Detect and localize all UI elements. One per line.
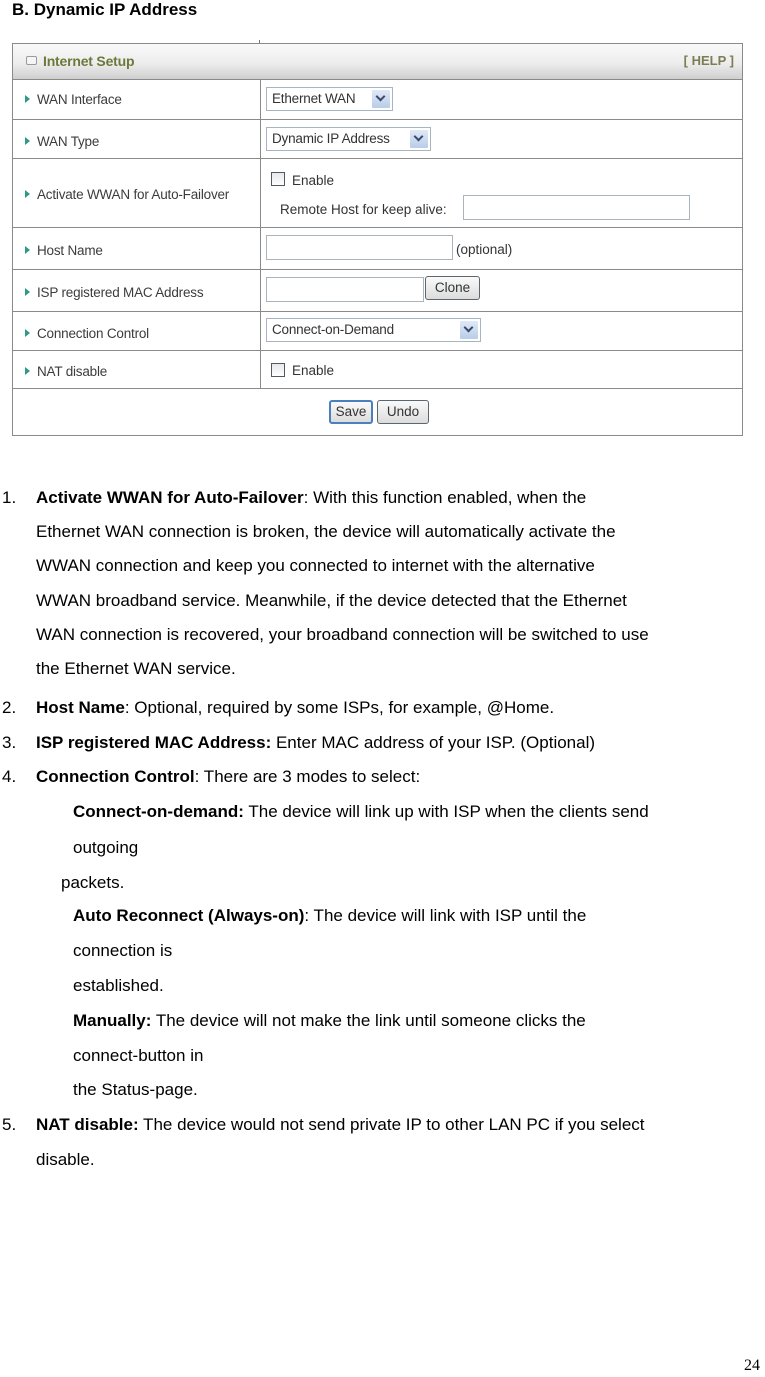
item-text: Enter MAC address of your ISP. (Optional… <box>271 733 596 752</box>
item-text: The device would not send private IP to … <box>138 1115 645 1134</box>
section-icon <box>26 56 37 65</box>
wwan-enable-checkbox[interactable] <box>271 172 285 186</box>
item-text: the Ethernet WAN service. <box>36 659 236 678</box>
mode-text: connection is <box>73 941 173 960</box>
item-text: WAN connection is recovered, your broadb… <box>36 625 649 644</box>
item-text: Optional, required by some ISPs, for exa… <box>129 698 555 717</box>
item-text: With this function enabled, when the <box>308 488 587 507</box>
item-term: Activate WWAN for Auto-Failover <box>36 488 304 507</box>
clone-button[interactable]: Clone <box>425 276 480 300</box>
item-number: 4. <box>2 767 17 786</box>
dropdown-button[interactable] <box>460 321 478 339</box>
panel-header: Internet Setup [ HELP ] <box>13 44 742 80</box>
undo-button[interactable]: Undo <box>377 400 429 424</box>
wan-type-select[interactable]: Dynamic IP Address <box>266 127 431 151</box>
item-text: WWAN broadband service. Meanwhile, if th… <box>36 591 627 610</box>
select-value: Connect-on-Demand <box>272 322 394 337</box>
list-item: Activate WWAN for Auto-Failover: With th… <box>36 488 586 508</box>
mode-text: connect-button in <box>73 1046 204 1065</box>
mode-text: The device will not make the link until … <box>151 1011 586 1030</box>
list-item: Connection Control: There are 3 modes to… <box>36 767 420 787</box>
row-host-name: Host Name (optional) <box>13 228 742 270</box>
item-text: WWAN connection and keep you connected t… <box>36 556 595 575</box>
field-label: Connection Control <box>37 326 149 341</box>
section-title: B. Dynamic IP Address <box>12 0 198 19</box>
arrow-icon <box>25 137 30 145</box>
arrow-icon <box>25 288 30 296</box>
arrow-icon <box>25 246 30 254</box>
mode-text: packets. <box>61 873 125 892</box>
row-wan-interface: WAN Interface Ethernet WAN <box>13 79 742 120</box>
row-wan-type: WAN Type Dynamic IP Address <box>13 120 742 159</box>
dropdown-button[interactable] <box>372 90 390 108</box>
list-item: Host Name: Optional, required by some IS… <box>36 698 554 718</box>
optional-hint: (optional) <box>456 242 513 257</box>
item-text: Ethernet WAN connection is broken, the d… <box>36 522 616 541</box>
mode-term: Connect-on-demand: <box>73 802 244 821</box>
mode-text: outgoing <box>73 838 139 857</box>
item-number: 2. <box>2 698 17 717</box>
page-number: 24 <box>744 1357 760 1374</box>
mode-text: The device will link up with ISP when th… <box>243 802 649 821</box>
item-term: Host Name <box>36 698 125 717</box>
checkbox-label: Enable <box>292 173 335 188</box>
chevron-down-icon <box>413 131 424 142</box>
remote-host-label: Remote Host for keep alive: <box>280 202 447 217</box>
mac-address-input[interactable] <box>266 277 424 302</box>
arrow-icon <box>25 95 30 103</box>
nat-enable-checkbox[interactable] <box>271 363 285 377</box>
chevron-down-icon <box>463 322 474 333</box>
item-term: Connection Control <box>36 767 195 786</box>
field-label: Host Name <box>37 243 103 258</box>
wan-interface-select[interactable]: Ethernet WAN <box>266 87 393 111</box>
remote-host-input[interactable] <box>463 195 690 220</box>
mode-text: the Status-page. <box>73 1080 198 1099</box>
item-text: There are 3 modes to select: <box>199 767 421 786</box>
field-label: Activate WWAN for Auto-Failover <box>37 187 230 202</box>
arrow-icon <box>25 329 30 337</box>
help-link[interactable]: [ HELP ] <box>684 53 734 68</box>
item-term: ISP registered MAC Address: <box>36 733 272 752</box>
field-label: WAN Interface <box>37 92 122 107</box>
connection-control-select[interactable]: Connect-on-Demand <box>266 318 481 342</box>
item-term: NAT disable: <box>36 1115 139 1134</box>
mode-text: The device will link with ISP until the <box>309 906 587 925</box>
arrow-icon <box>25 367 30 375</box>
mode-text: established. <box>73 976 164 995</box>
field-label: NAT disable <box>37 364 108 379</box>
list-item: NAT disable: The device would not send p… <box>36 1115 645 1135</box>
item-number: 1. <box>2 488 17 507</box>
dropdown-button[interactable] <box>410 130 428 148</box>
host-name-input[interactable] <box>266 235 453 260</box>
mode-item: Connect-on-demand: The device will link … <box>73 802 649 822</box>
field-label: WAN Type <box>37 134 100 149</box>
field-label: ISP registered MAC Address <box>37 285 204 300</box>
row-wwan-failover: Activate WWAN for Auto-Failover Enable R… <box>13 159 742 228</box>
item-number: 3. <box>2 733 17 752</box>
item-text: disable. <box>36 1150 95 1169</box>
mode-term: Auto Reconnect (Always-on) <box>73 906 305 925</box>
arrow-icon <box>25 190 30 198</box>
mode-item: Auto Reconnect (Always-on): The device w… <box>73 906 586 926</box>
save-button[interactable]: Save <box>329 400 373 424</box>
mode-item: Manually: The device will not make the l… <box>73 1011 586 1031</box>
list-item: ISP registered MAC Address: Enter MAC ad… <box>36 733 595 753</box>
row-nat-disable: NAT disable Enable <box>13 351 742 389</box>
item-number: 5. <box>2 1115 17 1134</box>
select-value: Dynamic IP Address <box>272 131 390 146</box>
row-mac-address: ISP registered MAC Address Clone <box>13 270 742 312</box>
checkbox-label: Enable <box>292 363 335 378</box>
select-value: Ethernet WAN <box>272 91 356 106</box>
chevron-down-icon <box>375 91 386 102</box>
mode-term: Manually: <box>73 1011 152 1030</box>
panel-title: Internet Setup <box>43 53 135 69</box>
row-connection-control: Connection Control Connect-on-Demand <box>13 312 742 351</box>
internet-setup-panel: Internet Setup [ HELP ] WAN Interface Et… <box>12 43 743 436</box>
